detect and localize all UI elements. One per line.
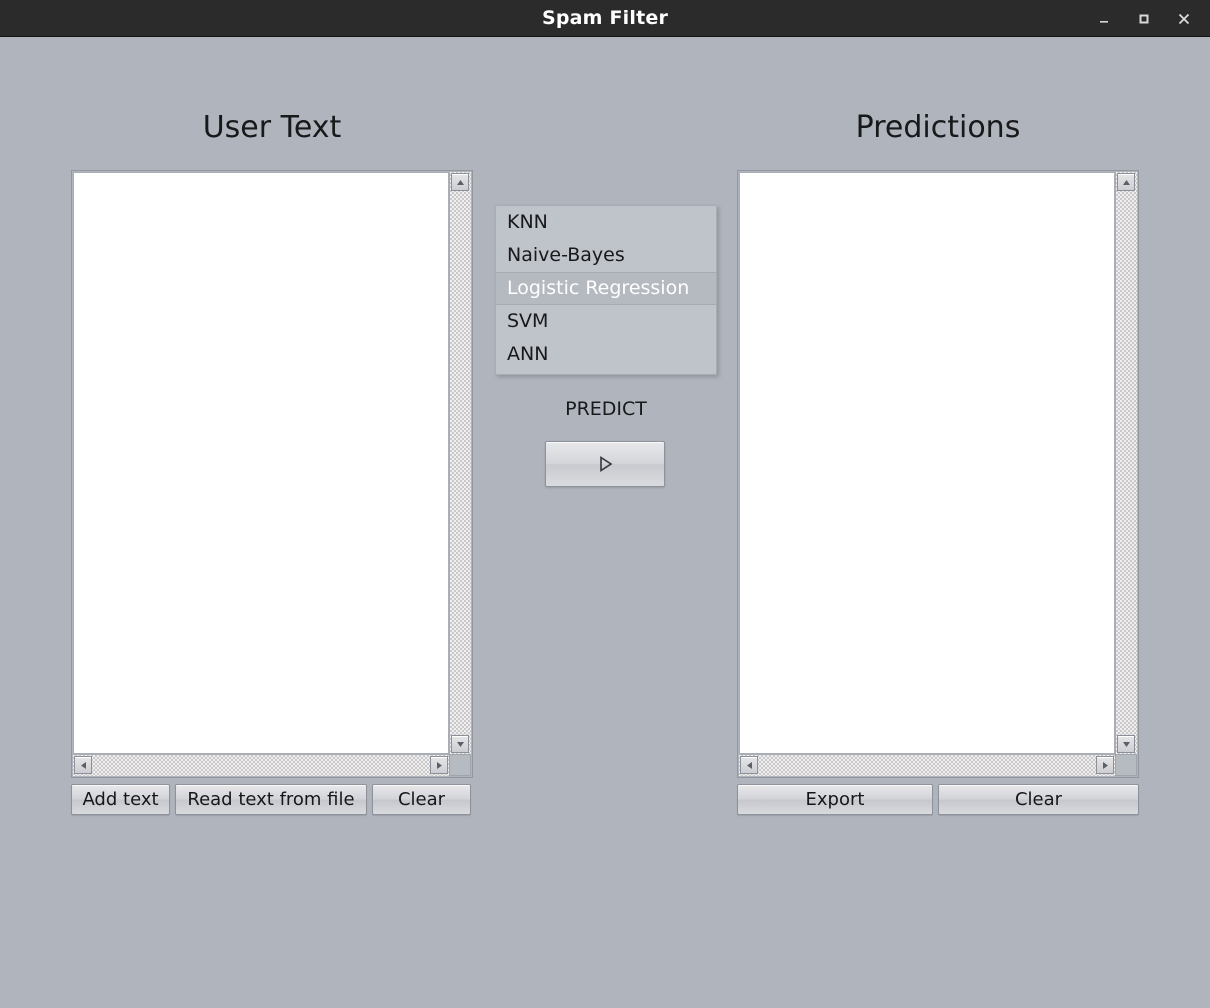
scroll-left-arrow-icon — [746, 761, 752, 769]
model-list-item-logistic-regression[interactable]: Logistic Regression — [496, 272, 716, 305]
predictions-panel — [737, 170, 1139, 778]
model-list-item-ann[interactable]: ANN — [496, 338, 716, 371]
scroll-right-button[interactable] — [430, 756, 448, 774]
user-text-vertical-scrollbar[interactable] — [449, 172, 471, 754]
clear-user-text-button[interactable]: Clear — [372, 784, 471, 815]
predict-label: PREDICT — [565, 398, 647, 420]
predictions-output[interactable] — [739, 172, 1115, 754]
window-title: Spam Filter — [541, 7, 669, 29]
predictions-button-row: Export Clear — [737, 784, 1139, 815]
clear-predictions-button[interactable]: Clear — [938, 784, 1139, 815]
app-window: Spam Filter User Text Predictions Add te… — [0, 0, 1210, 1008]
minimize-button[interactable] — [1084, 0, 1124, 37]
export-button[interactable]: Export — [737, 784, 933, 815]
minimize-icon — [1100, 20, 1108, 23]
maximize-button[interactable] — [1124, 0, 1164, 37]
user-text-input[interactable] — [73, 172, 449, 754]
model-list[interactable]: KNN Naive-Bayes Logistic Regression SVM … — [495, 205, 717, 375]
model-list-item-svm[interactable]: SVM — [496, 305, 716, 338]
close-icon — [1178, 13, 1190, 24]
user-text-horizontal-scrollbar[interactable] — [73, 754, 449, 776]
window-controls — [1084, 0, 1204, 37]
predictions-vertical-scrollbar[interactable] — [1115, 172, 1137, 754]
user-text-panel — [71, 170, 473, 778]
scroll-left-arrow-icon — [80, 761, 86, 769]
scroll-down-button[interactable] — [451, 735, 469, 753]
scroll-right-button[interactable] — [1096, 756, 1114, 774]
title-bar: Spam Filter — [0, 0, 1210, 37]
scroll-left-button[interactable] — [74, 756, 92, 774]
scroll-down-arrow-icon — [456, 741, 464, 747]
model-list-item-knn[interactable]: KNN — [496, 206, 716, 239]
predictions-frame — [737, 170, 1139, 778]
predict-button[interactable] — [545, 441, 665, 487]
maximize-icon — [1139, 14, 1149, 23]
scroll-right-arrow-icon — [1102, 761, 1108, 769]
scroll-right-arrow-icon — [436, 761, 442, 769]
predictions-scrollbar-corner — [1115, 754, 1137, 776]
scroll-down-button[interactable] — [1117, 735, 1135, 753]
read-text-from-file-button[interactable]: Read text from file — [175, 784, 367, 815]
user-text-scrollbar-corner — [449, 754, 471, 776]
user-text-heading: User Text — [202, 110, 342, 145]
add-text-button[interactable]: Add text — [71, 784, 170, 815]
predictions-heading: Predictions — [855, 110, 1021, 145]
close-button[interactable] — [1164, 0, 1204, 37]
scroll-left-button[interactable] — [740, 756, 758, 774]
predictions-horizontal-scrollbar[interactable] — [739, 754, 1115, 776]
scroll-up-arrow-icon — [456, 179, 464, 185]
model-list-item-naive-bayes[interactable]: Naive-Bayes — [496, 239, 716, 272]
scroll-up-button[interactable] — [451, 173, 469, 191]
play-triangle-icon — [600, 456, 613, 472]
user-text-frame — [71, 170, 473, 778]
scroll-down-arrow-icon — [1122, 741, 1130, 747]
scroll-up-arrow-icon — [1122, 179, 1130, 185]
scroll-up-button[interactable] — [1117, 173, 1135, 191]
user-text-button-row: Add text Read text from file Clear — [71, 784, 471, 815]
